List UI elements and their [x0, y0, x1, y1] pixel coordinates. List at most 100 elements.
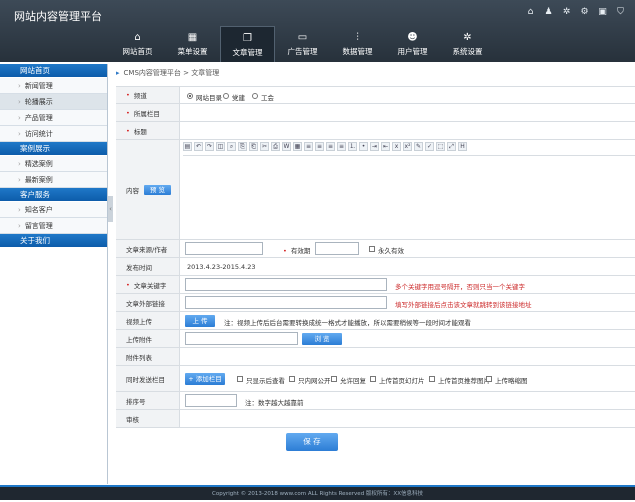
- sidebar-item-clients[interactable]: 知名客户: [0, 202, 107, 218]
- sidebar-group-service[interactable]: 客户服务: [0, 188, 107, 202]
- breadcrumb-current: 文章管理: [191, 69, 220, 77]
- settings-icon[interactable]: ⚙: [580, 8, 589, 17]
- upload-button[interactable]: 上 传: [185, 315, 215, 327]
- sync-label: 同时发送栏目: [116, 366, 180, 391]
- row-title: • 标题: [116, 122, 635, 140]
- sort-input[interactable]: [185, 394, 237, 407]
- align-left-icon[interactable]: ≡: [304, 142, 313, 151]
- sidebar-group-about[interactable]: 关于我们: [0, 234, 107, 248]
- indent-icon[interactable]: ⇥: [370, 142, 379, 151]
- permanent-checkbox[interactable]: [369, 246, 375, 252]
- nav-item-5[interactable]: ⫶ 数据管理: [330, 26, 385, 62]
- video-note: 注：视频上传后后台需要转换成统一格式才能播放，所以需要稍候等一段时间才能观看: [224, 319, 471, 327]
- sort-label: 排序号: [116, 392, 180, 409]
- source-input[interactable]: [185, 242, 263, 255]
- browse-button[interactable]: 浏 览: [302, 333, 342, 345]
- top-icon-bar: ⌂ ♟ ✲ ⚙ ▣ ⛉: [526, 8, 625, 17]
- redo-icon[interactable]: ↷: [205, 142, 214, 151]
- validity-input[interactable]: [315, 242, 359, 255]
- paste-word-icon[interactable]: W: [282, 142, 291, 151]
- shirt-icon[interactable]: ⛉: [616, 8, 625, 17]
- sort-note: 注：数字越大越靠前: [245, 399, 304, 407]
- attachment-input[interactable]: [185, 332, 298, 345]
- clear-format-icon[interactable]: ✎: [414, 142, 423, 151]
- channel-option-3: 工会: [261, 94, 274, 102]
- channel-radio-1[interactable]: [187, 93, 193, 99]
- subscript-icon[interactable]: x: [392, 142, 401, 151]
- align-center-icon[interactable]: ≡: [315, 142, 324, 151]
- preview-icon[interactable]: ◫: [216, 142, 225, 151]
- paste-text-icon[interactable]: ⎙: [271, 142, 280, 151]
- unordered-list-icon[interactable]: •: [359, 142, 368, 151]
- channel-radio-3[interactable]: [252, 93, 258, 99]
- sidebar-group-home[interactable]: 网站首页: [0, 64, 107, 78]
- nav-item-label: 网站首页: [122, 47, 153, 56]
- sidebar-collapse-handle[interactable]: ‹: [108, 196, 113, 222]
- ordered-list-icon[interactable]: ⒈: [348, 142, 357, 151]
- sidebar-item-products[interactable]: 产品管理: [0, 110, 107, 126]
- outdent-icon[interactable]: ⇤: [381, 142, 390, 151]
- users-icon[interactable]: ♟: [544, 8, 553, 17]
- main-nav: ⌂ 网站首页 ▦ 菜单设置 ❐ 文章管理 ▭ 广告管理 ⫶ 数据管理 ☻ 用户管理 ✲ 系统设置: [110, 26, 495, 62]
- editor-content-area[interactable]: [183, 155, 635, 237]
- channel-radio-2[interactable]: [223, 93, 229, 99]
- sync-option-2: 只内网公开: [298, 377, 331, 385]
- row-keywords: • 文章关键字 多个关键字用逗号隔开，否则只当一个关键字: [116, 276, 635, 294]
- source-label-text: 文章来源/作者: [126, 245, 168, 254]
- fullscreen-icon[interactable]: ⤢: [447, 142, 456, 151]
- justify-icon[interactable]: ≡: [337, 142, 346, 151]
- nav-item-2[interactable]: ▦ 菜单设置: [165, 26, 220, 62]
- sync-label-text: 同时发送栏目: [126, 375, 165, 384]
- home-icon[interactable]: ⌂: [526, 8, 535, 17]
- nav-item-6[interactable]: ☻ 用户管理: [385, 26, 440, 62]
- app-title: 网站内容管理平台: [14, 10, 102, 23]
- nav-item-7[interactable]: ✲ 系统设置: [440, 26, 495, 62]
- sync-checkbox-4[interactable]: [370, 376, 376, 382]
- source-icon[interactable]: ▤: [183, 142, 192, 151]
- sidebar-item-featured-cases[interactable]: 精选案例: [0, 156, 107, 172]
- sync-checkbox-2[interactable]: [289, 376, 295, 382]
- table-icon[interactable]: ▦: [293, 142, 302, 151]
- nav-item-4[interactable]: ▭ 广告管理: [275, 26, 330, 62]
- undo-icon[interactable]: ↶: [194, 142, 203, 151]
- keywords-input[interactable]: [185, 278, 387, 291]
- sidebar-item-news[interactable]: 新闻管理: [0, 78, 107, 94]
- breadcrumb-root[interactable]: CMS内容管理平台: [124, 69, 181, 77]
- external-link-input[interactable]: [185, 296, 387, 309]
- superscript-icon[interactable]: x²: [403, 142, 412, 151]
- save-button[interactable]: 保 存: [286, 433, 338, 451]
- sync-checkbox-3[interactable]: [331, 376, 337, 382]
- select-all-icon[interactable]: ⬚: [436, 142, 445, 151]
- sync-checkbox-6[interactable]: [486, 376, 492, 382]
- inbox-icon[interactable]: ▣: [598, 8, 607, 17]
- sidebar-item-stats[interactable]: 访问统计: [0, 126, 107, 142]
- cut-icon[interactable]: ✂: [260, 142, 269, 151]
- sync-checkbox-5[interactable]: [429, 376, 435, 382]
- sidebar-group-cases[interactable]: 案例展示: [0, 142, 107, 156]
- add-column-button[interactable]: + 添加栏目: [185, 373, 225, 385]
- nav-item-3[interactable]: ❐ 文章管理: [220, 26, 275, 62]
- find-icon[interactable]: ⌕: [227, 142, 236, 151]
- heading-icon[interactable]: H: [458, 142, 467, 151]
- sync-checkbox-1[interactable]: [237, 376, 243, 382]
- sync-option-3: 允许回复: [340, 377, 366, 385]
- sidebar: 网站首页 新闻管理 轮播展示 产品管理 访问统计 案例展示 精选案例 最新案例 …: [0, 64, 108, 484]
- sidebar-item-carousel[interactable]: 轮播展示: [0, 94, 107, 110]
- paste-icon[interactable]: ⎘: [238, 142, 247, 151]
- row-publish-time: 发布时间 2013.4.23-2015.4.23: [116, 258, 635, 276]
- row-sort: 排序号 注：数字越大越靠前: [116, 392, 635, 410]
- align-right-icon[interactable]: ≡: [326, 142, 335, 151]
- spellcheck-icon[interactable]: ✓: [425, 142, 434, 151]
- row-video-upload: 视频上传 上 传 注：视频上传后后台需要转换成统一格式才能播放，所以需要稍候等一…: [116, 312, 635, 330]
- review-label-text: 审核: [126, 415, 139, 424]
- channel-label-text: 频道: [133, 92, 147, 100]
- preview-button[interactable]: 预 览: [144, 184, 171, 195]
- copy-icon[interactable]: ⎗: [249, 142, 258, 151]
- sidebar-item-messages[interactable]: 留言管理: [0, 218, 107, 234]
- nav-item-1[interactable]: ⌂ 网站首页: [110, 26, 165, 62]
- gear-icon[interactable]: ✲: [562, 8, 571, 17]
- source-label: 文章来源/作者: [116, 240, 180, 257]
- screen-icon: ▭: [297, 32, 308, 43]
- gear-icon: ✲: [463, 32, 472, 43]
- sidebar-item-latest-cases[interactable]: 最新案例: [0, 172, 107, 188]
